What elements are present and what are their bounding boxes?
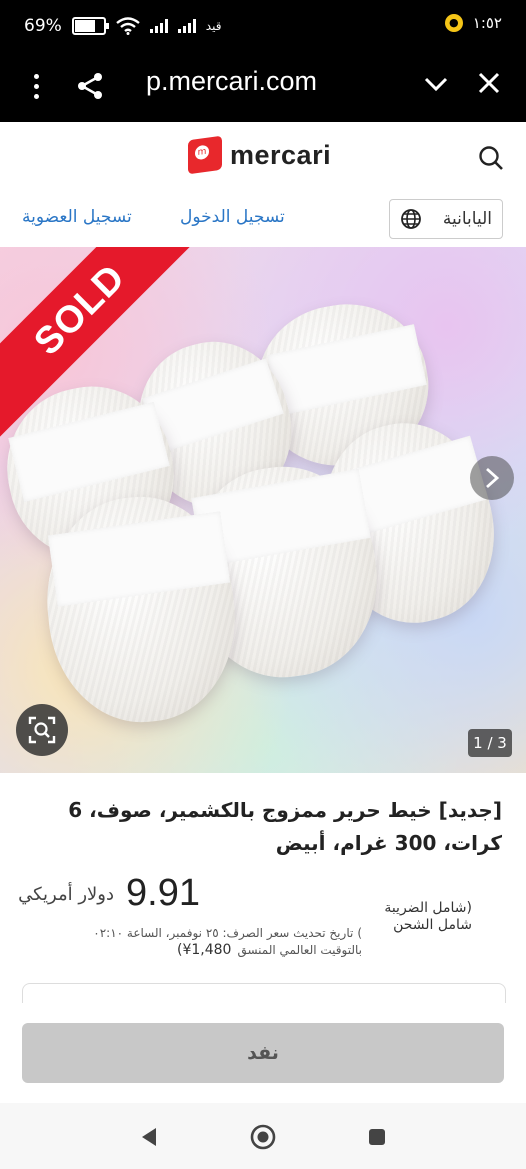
status-bar: 69% قيد ● ١:٥٢ [0,0,526,54]
login-link[interactable]: تسجيل الدخول [180,207,285,227]
home-icon[interactable] [250,1124,276,1150]
search-icon[interactable] [478,145,504,171]
tax-note-close: ) [357,926,362,940]
signup-link[interactable]: تسجيل العضوية [22,207,132,227]
tax-note: (شامل الضريبة شامل الشحن [362,900,472,934]
url-text[interactable]: p.mercari.com [146,66,317,97]
price-currency: دولار أمريكي [18,884,114,905]
next-image-button[interactable] [470,456,514,500]
exchange-rate-note: ) تاريخ تحديث سعر الصرف: ٢٥ نوفمبر، السا… [22,925,362,959]
share-icon[interactable] [76,72,104,100]
language-button[interactable]: اليابانية [389,199,503,239]
image-counter: 1 / 3 [468,729,512,757]
rate-update-text: تاريخ تحديث سعر الصرف: ٢٥ نوفمبر، الساعة… [93,926,354,940]
language-label: اليابانية [442,209,492,229]
close-icon[interactable] [478,72,500,94]
info-card [22,983,506,1004]
status-right: ● ١:٥٢ [444,14,502,32]
brand-name: mercari [230,139,332,170]
chevron-down-icon[interactable] [424,76,448,92]
carrier-label: قيد [205,19,222,33]
wifi-icon [116,17,140,35]
yen-price: (¥1,480 [177,942,232,958]
rate-timezone-text: بالتوقيت العالمي المنسق [237,943,362,957]
signal-icon-2 [177,19,196,33]
globe-icon [401,209,421,229]
tax-note-line1: (شامل الضريبة [384,900,472,916]
lens-icon [28,716,56,744]
tax-note-line2: شامل الشحن [393,917,472,933]
status-left: 69% قيد [24,16,221,36]
mercari-logo-icon: m [188,135,222,175]
product-image[interactable]: SOLD [0,247,526,773]
more-menu-icon[interactable] [32,74,40,99]
image-search-button[interactable] [16,704,68,756]
battery-percent: 69% [24,16,62,36]
signal-icon [149,19,168,33]
chevron-right-icon [486,467,500,489]
battery-icon [71,17,109,35]
mercari-logo[interactable]: m mercari [188,135,332,175]
sold-out-button[interactable]: نفد [22,1023,504,1083]
product-price: 9.91 [126,872,200,914]
product-title: [جديد] خيط حرير ممزوج بالكشمير، صوف، 6 ك… [68,798,502,855]
clock: ١:٥٢ [472,14,502,32]
system-nav-bar [0,1103,526,1169]
notification-icon: ● [444,14,463,32]
back-icon[interactable] [140,1127,158,1147]
browser-toolbar: p.mercari.com [0,54,526,122]
recents-icon[interactable] [368,1128,386,1146]
